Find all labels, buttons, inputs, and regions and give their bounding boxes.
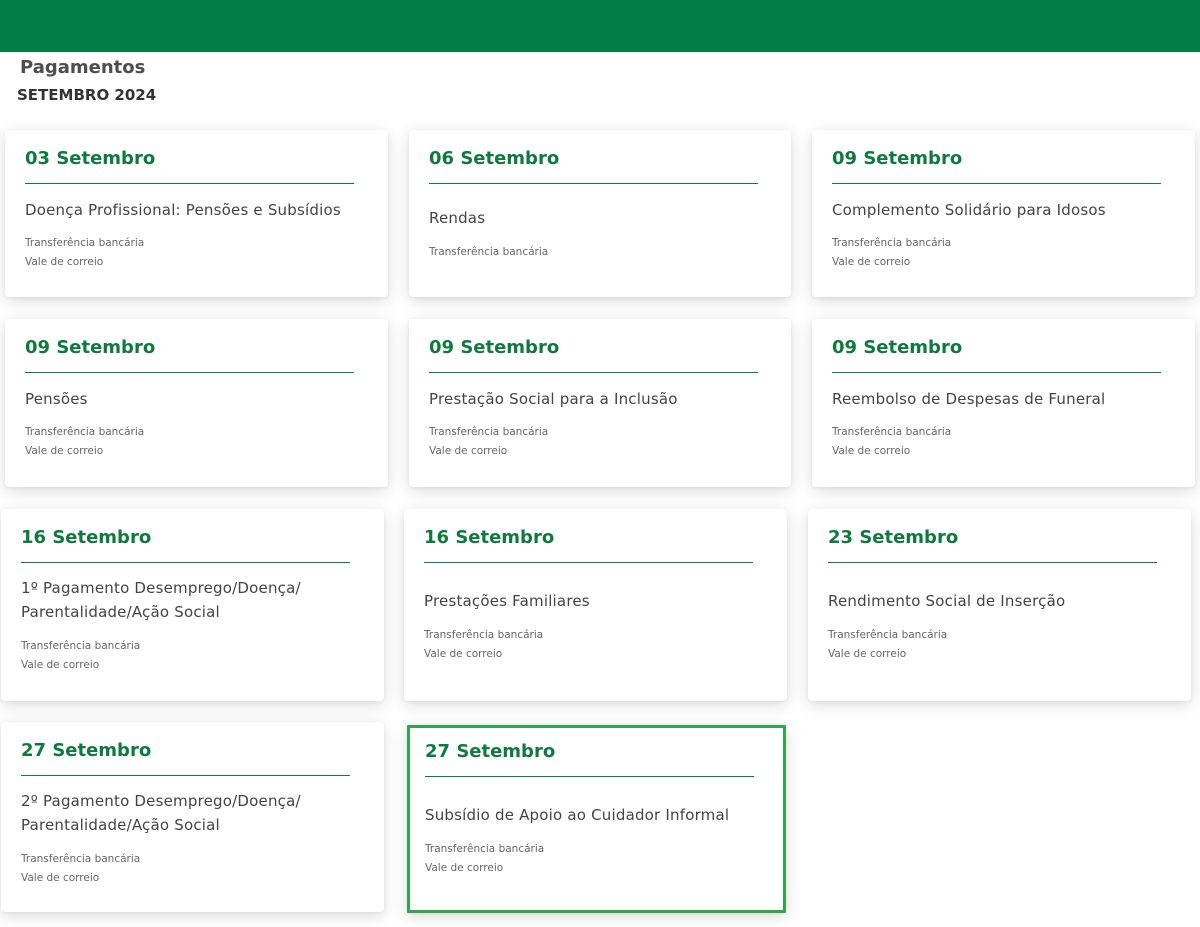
payment-date: 23 Setembro [828,527,959,548]
payment-date: 27 Setembro [425,741,556,762]
payment-methods: Transferência bancária [429,243,548,262]
payment-method: Vale de correio [429,445,508,457]
page-subtitle: SETEMBRO 2024 [17,86,157,104]
payment-methods: Transferência bancária Vale de correio [424,626,543,664]
payment-methods: Transferência bancária Vale de correio [828,626,947,664]
payment-card[interactable]: 09 Setembro Prestação Social para a Incl… [409,319,791,487]
payment-title: Rendimento Social de Inserção [828,592,1066,610]
payment-card[interactable]: 09 Setembro Reembolso de Despesas de Fun… [812,319,1195,487]
payment-card[interactable]: 03 Setembro Doença Profissional: Pensões… [5,130,388,297]
card-divider [832,372,1161,373]
payment-title: Rendas [429,209,486,227]
card-divider [25,183,354,184]
payment-date: 09 Setembro [832,337,963,358]
payment-method: Vale de correio [832,256,911,268]
card-divider [21,775,350,776]
payment-method: Transferência bancária [429,426,549,438]
payment-card[interactable]: 09 Setembro Pensões Transferência bancár… [5,319,388,487]
payment-method: Transferência bancária [21,853,141,865]
payment-title: Complemento Solidário para Idosos [832,201,1106,219]
payment-title: 2º Pagamento Desemprego/Doença/ Parental… [21,792,301,834]
payment-date: 06 Setembro [429,148,560,169]
payment-method: Transferência bancária [425,843,545,855]
payment-card[interactable]: 16 Setembro 1º Pagamento Desemprego/Doen… [1,509,384,701]
payment-title: 1º Pagamento Desemprego/Doença/ Parental… [21,579,301,621]
payment-methods: Transferência bancária Vale de correio [429,423,548,461]
card-divider [424,562,753,563]
payment-title: Prestação Social para a Inclusão [429,390,678,408]
payment-method: Transferência bancária [424,629,544,641]
payment-method: Transferência bancária [832,237,952,249]
payment-title: Subsídio de Apoio ao Cuidador Informal [425,806,730,824]
card-divider [832,183,1161,184]
payment-date: 27 Setembro [21,740,152,761]
payment-method: Vale de correio [425,862,504,874]
card-divider [21,562,350,563]
payment-card[interactable]: 09 Setembro Complemento Solidário para I… [812,130,1195,297]
top-header-bar [0,0,1200,52]
payment-title: Pensões [25,390,88,408]
payment-methods: Transferência bancária Vale de correio [21,850,140,888]
payment-method: Vale de correio [21,872,100,884]
payment-methods: Transferência bancária Vale de correio [425,840,544,878]
payment-methods: Transferência bancária Vale de correio [25,423,144,461]
payment-method: Vale de correio [828,648,907,660]
payment-title: Reembolso de Despesas de Funeral [832,390,1106,408]
payment-method: Transferência bancária [25,237,145,249]
card-divider [429,372,758,373]
payment-method: Vale de correio [21,659,100,671]
payment-card[interactable]: 06 Setembro Rendas Transferência bancári… [409,130,791,297]
payment-date: 03 Setembro [25,148,156,169]
payment-card[interactable]: 27 Setembro 2º Pagamento Desemprego/Doen… [1,722,384,912]
payment-card-highlighted[interactable]: 27 Setembro Subsídio de Apoio ao Cuidado… [407,725,786,913]
payment-date: 16 Setembro [21,527,152,548]
payment-method: Vale de correio [25,256,104,268]
payment-methods: Transferência bancária Vale de correio [25,234,144,272]
payment-title: Prestações Familiares [424,592,590,610]
payment-method: Transferência bancária [832,426,952,438]
payment-date: 09 Setembro [832,148,963,169]
payment-date: 09 Setembro [429,337,560,358]
payment-card[interactable]: 23 Setembro Rendimento Social de Inserçã… [808,509,1191,701]
payment-method: Transferência bancária [25,426,145,438]
payment-title: Doença Profissional: Pensões e Subsídios [25,201,341,219]
payment-method: Transferência bancária [429,246,549,258]
payment-methods: Transferência bancária Vale de correio [832,423,951,461]
payment-methods: Transferência bancária Vale de correio [21,637,140,675]
card-divider [425,776,754,777]
payment-date: 09 Setembro [25,337,156,358]
payment-method: Vale de correio [424,648,503,660]
payment-method: Vale de correio [25,445,104,457]
payment-date: 16 Setembro [424,527,555,548]
payment-method: Transferência bancária [828,629,948,641]
payment-method: Transferência bancária [21,640,141,652]
page-title: Pagamentos [20,57,146,78]
card-divider [429,183,758,184]
payment-methods: Transferência bancária Vale de correio [832,234,951,272]
payment-method: Vale de correio [832,445,911,457]
card-divider [828,562,1157,563]
payment-card[interactable]: 16 Setembro Prestações Familiares Transf… [404,509,787,701]
card-divider [25,372,354,373]
